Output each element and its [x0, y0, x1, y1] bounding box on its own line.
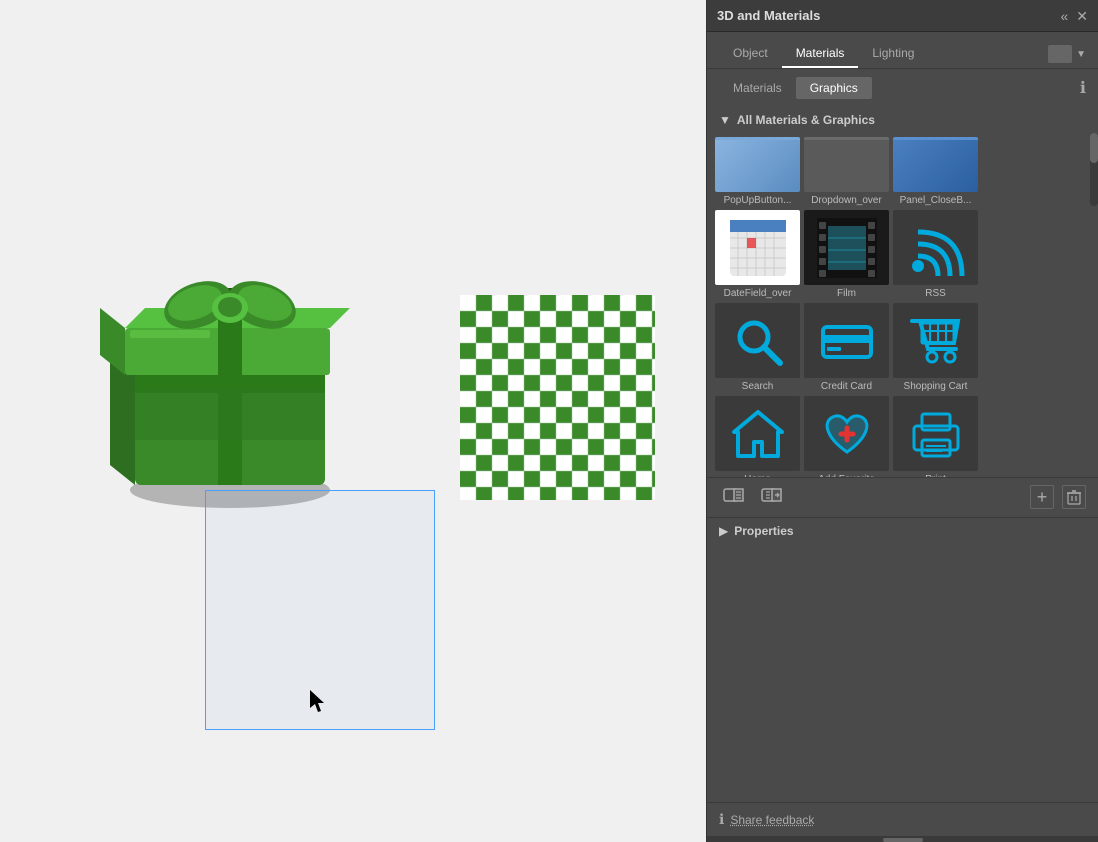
grid-item-addfavorite[interactable]: Add Favorite: [804, 396, 889, 477]
selection-box: [205, 490, 435, 730]
grid-scrollbar-track: [1090, 133, 1098, 206]
properties-title: Properties: [734, 524, 793, 538]
grid-item-rss[interactable]: RSS: [893, 210, 978, 299]
delete-material-button[interactable]: [1062, 485, 1086, 509]
chevron-down-icon: ▼: [1076, 49, 1086, 60]
grid-label-rss: RSS: [925, 288, 946, 299]
export-button[interactable]: [757, 484, 787, 511]
info-icon[interactable]: ℹ: [1080, 78, 1086, 98]
grid-row-3: Home Add Favorite: [715, 396, 1090, 477]
subtab-materials[interactable]: Materials: [719, 77, 796, 99]
section-arrow: ▼: [719, 113, 731, 127]
materials-grid-area[interactable]: DateField_over: [707, 206, 1098, 477]
top-item-label-dropdown: Dropdown_over: [811, 195, 882, 206]
collapse-button[interactable]: «: [1060, 9, 1068, 23]
grid-thumb-shoppingcart: [893, 303, 978, 378]
grid-thumb-print: [893, 396, 978, 471]
resize-handle[interactable]: [883, 838, 923, 842]
grid-label-film: Film: [837, 288, 856, 299]
grid-item-print[interactable]: Print: [893, 396, 978, 477]
main-tabs: Object Materials Lighting ▼: [707, 32, 1098, 69]
cursor-indicator: [310, 690, 330, 719]
top-item-popupbutton[interactable]: PopUpButton...: [715, 137, 800, 206]
grid-thumb-datefield: [715, 210, 800, 285]
tab-dropdown-icon: [1048, 45, 1072, 63]
share-feedback-text: Share feedback: [730, 813, 814, 827]
properties-section: ▶ Properties: [707, 517, 1098, 544]
grid-label-addfavorite: Add Favorite: [818, 474, 875, 477]
add-material-button[interactable]: +: [1030, 485, 1054, 509]
properties-header[interactable]: ▶ Properties: [719, 524, 1086, 538]
grid-thumb-rss: [893, 210, 978, 285]
grid-label-search: Search: [742, 381, 774, 392]
bottom-toolbar: +: [707, 477, 1098, 517]
grid-thumb-creditcard: [804, 303, 889, 378]
tab-materials[interactable]: Materials: [782, 40, 859, 68]
grid-label-datefield: DateField_over: [724, 288, 792, 299]
panel: 3D and Materials « ✕ Object Materials Li…: [706, 0, 1098, 842]
share-feedback[interactable]: ℹ Share feedback: [707, 802, 1098, 836]
share-info-icon: ℹ: [719, 811, 724, 828]
tab-lighting[interactable]: Lighting: [858, 40, 928, 68]
titlebar-controls: « ✕: [1060, 9, 1088, 23]
top-item-dropdown[interactable]: Dropdown_over: [804, 137, 889, 206]
grid-row-1: DateField_over: [715, 210, 1090, 299]
panel-titlebar: 3D and Materials « ✕: [707, 0, 1098, 32]
grid-item-film[interactable]: Film: [804, 210, 889, 299]
grid-item-search[interactable]: Search: [715, 303, 800, 392]
grid-label-print: Print: [925, 474, 946, 477]
tab-object[interactable]: Object: [719, 40, 782, 68]
gift-box: [80, 220, 400, 540]
sub-tabs: Materials Graphics ℹ: [707, 69, 1098, 107]
properties-arrow: ▶: [719, 524, 728, 538]
top-item-panelclose[interactable]: Panel_CloseB...: [893, 137, 978, 206]
canvas-area: [0, 0, 706, 842]
top-item-label-panelclose: Panel_CloseB...: [900, 195, 972, 206]
grid-row-2: Search Credit Card: [715, 303, 1090, 392]
grid-scrollbar-thumb[interactable]: [1090, 133, 1098, 163]
section-header[interactable]: ▼ All Materials & Graphics: [707, 107, 1098, 133]
grid-item-home[interactable]: Home: [715, 396, 800, 477]
grid-thumb-search: [715, 303, 800, 378]
grid-item-creditcard[interactable]: Credit Card: [804, 303, 889, 392]
section-title: All Materials & Graphics: [737, 113, 875, 127]
grid-label-creditcard: Credit Card: [821, 381, 872, 392]
grid-label-home: Home: [744, 474, 771, 477]
import-button[interactable]: [719, 484, 749, 511]
grid-thumb-film: [804, 210, 889, 285]
panel-spacer: [707, 544, 1098, 803]
grid-thumb-home: [715, 396, 800, 471]
checker-preview: [460, 295, 655, 500]
resize-handle-area: [707, 836, 1098, 842]
canvas-content: [0, 0, 706, 842]
tab-dropdown[interactable]: ▼: [1048, 45, 1086, 63]
grid-label-shoppingcart: Shopping Cart: [904, 381, 968, 392]
close-button[interactable]: ✕: [1076, 9, 1088, 23]
grid-item-shoppingcart[interactable]: Shopping Cart: [893, 303, 978, 392]
grid-thumb-addfavorite: [804, 396, 889, 471]
grid-item-datefield[interactable]: DateField_over: [715, 210, 800, 299]
top-item-label-popupbutton: PopUpButton...: [724, 195, 792, 206]
panel-title: 3D and Materials: [717, 8, 820, 23]
top-items-row: PopUpButton... Dropdown_over Panel_Close…: [707, 133, 1098, 206]
subtab-graphics[interactable]: Graphics: [796, 77, 872, 99]
